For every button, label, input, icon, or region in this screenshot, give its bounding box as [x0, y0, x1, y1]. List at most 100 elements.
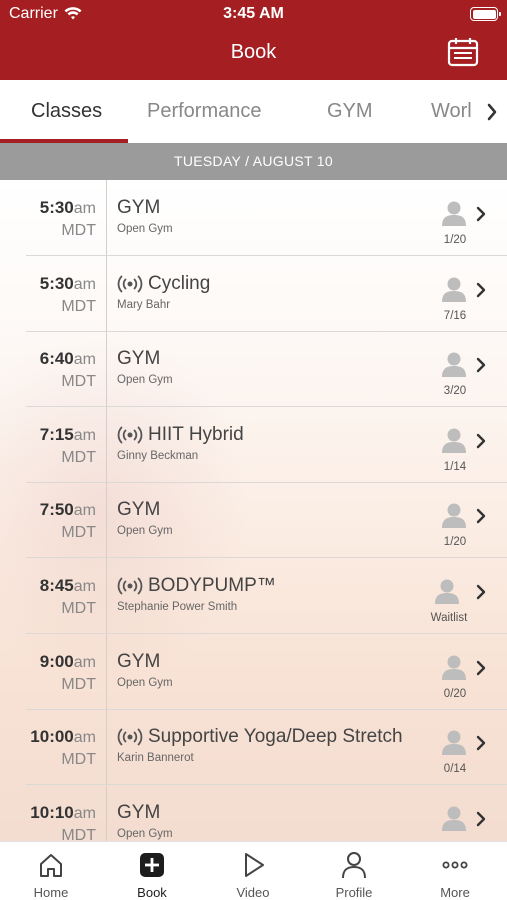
class-instructor: Open Gym — [117, 374, 173, 387]
tab-worl[interactable]: Worl — [431, 80, 472, 143]
person-icon — [442, 201, 466, 226]
plus-square-icon — [140, 853, 164, 877]
person-icon — [442, 503, 466, 529]
class-name: BODYPUMP™ — [117, 575, 276, 597]
class-name-label: GYM — [117, 197, 161, 218]
chevron-right-icon — [476, 735, 486, 751]
class-row[interactable]: 8:45am MDT BODYPUMP™ Stephanie Power Smi… — [0, 558, 507, 634]
class-timezone: MDT — [61, 600, 96, 617]
nav-item-label: Video — [236, 885, 270, 900]
tab-classes[interactable]: Classes — [31, 80, 102, 143]
tab-performance[interactable]: Performance — [147, 80, 262, 143]
class-timezone: MDT — [61, 675, 96, 693]
class-row[interactable]: 7:50am MDT GYM Open Gym 1/20 — [0, 482, 507, 559]
class-time-value: 10:00 — [30, 727, 74, 747]
class-time-ampm: am — [73, 351, 96, 369]
battery-icon — [470, 7, 501, 21]
class-row[interactable]: 5:30am MDT GYM Open Gym 1/20 — [0, 180, 507, 256]
calendar-icon[interactable] — [447, 37, 479, 67]
play-icon — [245, 853, 264, 877]
person-icon — [442, 806, 466, 831]
chevron-right-icon — [476, 660, 486, 675]
class-name: GYM — [117, 651, 160, 673]
class-row[interactable]: 10:10am MDT GYM Open Gym — [0, 785, 507, 841]
class-time-value: 8:45 — [39, 576, 74, 595]
class-name: Supportive Yoga/Deep Stretch — [117, 726, 403, 748]
class-time-value: 7:50 — [39, 500, 74, 520]
class-name-label: GYM — [117, 650, 161, 672]
person-icon — [442, 277, 466, 302]
tab-gym[interactable]: GYM — [327, 80, 373, 143]
page-title: Book — [230, 41, 277, 63]
class-time-ampm: am — [73, 502, 96, 520]
class-instructor: Open Gym — [117, 223, 173, 235]
person-icon — [435, 579, 459, 604]
nav-item-label: Profile — [335, 885, 373, 900]
nav-item-more[interactable]: More — [410, 842, 500, 900]
nav-item-book[interactable]: Book — [107, 842, 197, 900]
status-bar: Carrier 3:45 AM — [0, 0, 507, 28]
class-time-ampm: am — [73, 275, 96, 293]
nav-item-video[interactable]: Video — [208, 842, 298, 900]
category-tabs: Classes Performance GYM Worl — [0, 80, 507, 143]
class-row[interactable]: 5:30am MDT Cycling Mary Bahr 7/16 — [0, 256, 507, 332]
home-icon — [40, 854, 62, 877]
app-header: Carrier 3:45 AM Book — [0, 0, 507, 80]
class-name-label: Supportive Yoga/Deep Stretch — [148, 726, 403, 748]
class-instructor: Open Gym — [117, 676, 173, 689]
chevron-right-icon — [476, 584, 486, 600]
class-timezone: MDT — [61, 222, 96, 239]
class-name: GYM — [117, 499, 160, 521]
chevron-right-icon — [476, 357, 486, 373]
chevron-right-icon — [476, 206, 486, 222]
class-instructor: Karin Bannerot — [117, 752, 194, 765]
class-time-ampm: am — [73, 653, 96, 671]
capacity-count: 1/20 — [443, 536, 467, 549]
profile-icon — [342, 852, 366, 879]
class-instructor: Open Gym — [117, 525, 173, 538]
nav-item-label: Book — [137, 885, 167, 900]
class-time-ampm: am — [73, 729, 96, 747]
chevron-right-icon — [476, 433, 486, 448]
nav-item-profile[interactable]: Profile — [309, 842, 399, 900]
capacity-count: 7/16 — [443, 309, 467, 322]
class-time-value: 9:00 — [39, 651, 74, 671]
chevron-right-icon — [476, 509, 486, 524]
class-name: GYM — [117, 197, 160, 219]
class-row[interactable]: 6:40am MDT GYM Open Gym 3/20 — [0, 331, 507, 408]
class-name-label: HIIT Hybrid — [148, 423, 244, 445]
capacity-count: 3/20 — [443, 385, 467, 398]
class-name-label: BODYPUMP™ — [148, 575, 276, 596]
class-name-label: GYM — [117, 348, 161, 370]
class-row[interactable]: 9:00am MDT GYM Open Gym 0/20 — [0, 634, 507, 710]
class-time-ampm: am — [73, 578, 96, 595]
person-icon — [442, 428, 466, 453]
nav-item-label: More — [440, 885, 470, 900]
class-time-value: 5:30 — [39, 273, 74, 293]
class-name-label: GYM — [117, 499, 161, 521]
class-list: 5:30am MDT GYM Open Gym 1/20 5:30am MDT — [0, 180, 507, 841]
class-timezone: MDT — [61, 826, 96, 841]
status-time: 3:45 AM — [223, 5, 284, 22]
capacity-count: 0/20 — [443, 687, 467, 700]
tabs-scroll-right-button[interactable] — [477, 80, 507, 143]
class-time: 10:10am — [30, 803, 96, 823]
class-time: 10:00am — [30, 727, 96, 747]
class-timezone: MDT — [61, 297, 96, 315]
class-time: 9:00am — [40, 652, 96, 672]
class-time-value: 6:40 — [39, 349, 74, 369]
class-name: GYM — [117, 802, 160, 824]
class-time-ampm: am — [73, 804, 96, 822]
class-row[interactable]: 10:00am MDT Supportive Yoga/Deep Stretch… — [0, 709, 507, 786]
class-instructor: Open Gym — [117, 827, 173, 840]
class-time: 7:15am — [40, 425, 96, 445]
chevron-right-icon — [487, 103, 497, 120]
class-instructor: Stephanie Power Smith — [117, 601, 238, 613]
nav-item-home[interactable]: Home — [6, 842, 96, 900]
class-name-label: Cycling — [148, 272, 211, 294]
bottom-tab-bar: Home Book Video Profile More — [0, 841, 507, 900]
capacity-count: 1/20 — [443, 234, 467, 246]
class-row[interactable]: 7:15am MDT HIIT Hybrid Ginny Beckman 1/1… — [0, 407, 507, 483]
class-timezone: MDT — [61, 373, 96, 391]
class-time: 7:50am — [40, 500, 96, 520]
